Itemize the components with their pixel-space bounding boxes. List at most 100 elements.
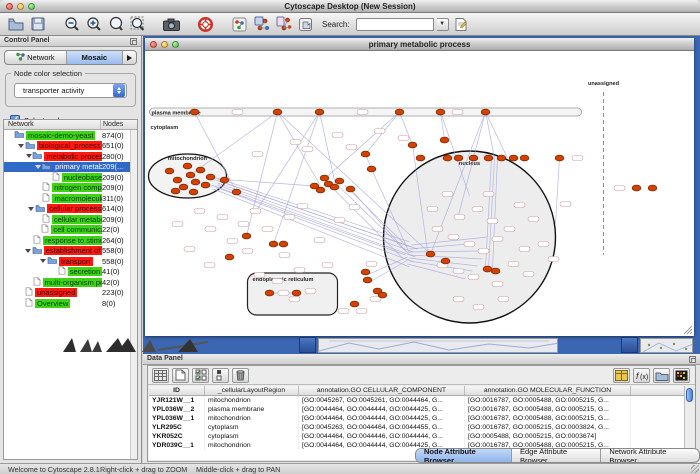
table-column-header[interactable]: _cellularLayoutRegion	[205, 386, 299, 395]
column-network[interactable]: Network	[4, 120, 101, 129]
network-node[interactable]	[191, 179, 200, 185]
network-node[interactable]	[242, 233, 251, 239]
tree-row[interactable]: cellular process614(0)	[4, 204, 137, 215]
network-node[interactable]	[555, 155, 564, 161]
network-node[interactable]	[408, 142, 417, 148]
node-color-dropdown[interactable]: transporter activity	[14, 83, 127, 98]
network-view-titlebar[interactable]: primary metabolic process	[145, 38, 694, 51]
network-node[interactable]	[497, 155, 506, 161]
table-cell[interactable]: mitochondrion	[205, 414, 299, 423]
table-cell[interactable]: YLR295C	[149, 423, 205, 432]
heatmap-icon[interactable]	[673, 368, 690, 383]
table-cell[interactable]: [GO:0044464, GO:0044444, GO:0044425, G..…	[299, 405, 465, 414]
tree-row[interactable]: cell communicat22(0)	[4, 225, 137, 236]
table-row[interactable]: YLR295Ccytoplasm[GO:0045263, GO:0044464,…	[149, 423, 694, 432]
network-node[interactable]	[361, 151, 370, 157]
tree-row-label[interactable]: nitrogen compo	[52, 183, 102, 192]
tree-row-label[interactable]: nucleobase-	[62, 173, 102, 182]
table-cell[interactable]: YJR121W__1	[149, 396, 205, 405]
tab-edge-attribute-browser[interactable]: Edge Attribute Browser	[512, 449, 601, 462]
tree-row-label[interactable]: Overview	[35, 299, 70, 308]
network-node[interactable]	[363, 277, 372, 283]
snapshot-icon[interactable]	[162, 15, 181, 34]
match-attribute-icon[interactable]	[212, 368, 229, 383]
network-node[interactable]	[273, 109, 282, 115]
save-icon[interactable]	[28, 15, 47, 34]
network-graph[interactable]: plasma membranecytoplasmmitochondrionnuc…	[145, 51, 694, 336]
tree-row[interactable]: secretion41(0)	[4, 267, 137, 278]
network-node[interactable]	[632, 185, 641, 191]
background-frame-thumbnail[interactable]	[318, 338, 558, 353]
scrollbar-thumb[interactable]	[686, 388, 693, 402]
zoom-fit-icon[interactable]	[128, 15, 147, 34]
network-node[interactable]	[183, 163, 192, 169]
network-node[interactable]	[441, 258, 450, 264]
tree-row[interactable]: establishment of lo558(0)	[4, 246, 137, 257]
table-cell[interactable]: YPL036W__2	[149, 405, 205, 414]
expand-arrow-icon[interactable]	[25, 249, 32, 253]
tree-row-label[interactable]: primary metabo	[53, 162, 102, 171]
tree-row-label[interactable]: transport	[59, 257, 93, 266]
tab-mosaic[interactable]: Mosaic	[67, 51, 123, 64]
network-node[interactable]	[220, 177, 229, 183]
network-node[interactable]	[189, 189, 198, 195]
table-cell[interactable]: YPL036W__1	[149, 414, 205, 423]
tree-scrollbar[interactable]	[130, 130, 137, 459]
network-node[interactable]	[320, 175, 329, 181]
select-attributes-icon[interactable]	[152, 368, 169, 383]
help-ring-icon[interactable]	[196, 15, 215, 34]
table-row[interactable]: YPL036W__1mitochondrion[GO:0044464, GO:0…	[149, 414, 694, 423]
table-cell[interactable]: [GO:0016787, GO:0005215, GO:0003824, G..…	[465, 423, 631, 432]
background-frame-edge[interactable]	[621, 337, 638, 353]
open-icon[interactable]	[6, 15, 25, 34]
table-cell[interactable]: [GO:0016787, GO:0005488, GO:0005215, G..…	[465, 414, 631, 423]
network-node[interactable]	[269, 241, 278, 247]
network-node[interactable]	[483, 266, 492, 272]
network-node[interactable]	[378, 292, 387, 298]
network-node[interactable]	[416, 155, 425, 161]
network-node[interactable]	[443, 155, 452, 161]
table-cell[interactable]: [GO:0016787, GO:0005488, GO:0005215, G..…	[465, 396, 631, 405]
search-input[interactable]	[356, 18, 434, 31]
network-node[interactable]	[454, 155, 463, 161]
frame-resize-grip[interactable]	[684, 326, 693, 335]
tree-row-label[interactable]: unassigned	[35, 288, 77, 297]
import-attributes-icon[interactable]	[653, 368, 670, 383]
expand-arrow-icon[interactable]	[34, 165, 41, 169]
network-node[interactable]	[165, 168, 174, 174]
network-node[interactable]	[361, 269, 370, 275]
network-node[interactable]	[648, 185, 657, 191]
tree-row-label[interactable]: cellular process	[47, 204, 102, 213]
tab-overflow-button[interactable]	[123, 51, 136, 64]
network-node[interactable]	[206, 174, 215, 180]
zoom-selected-icon[interactable]	[106, 15, 125, 34]
tree-row-label[interactable]: macromolecule	[52, 194, 102, 203]
network-node[interactable]	[173, 177, 182, 183]
tree-row-label[interactable]: mosaic-demo-yeast	[26, 131, 95, 140]
expand-arrow-icon[interactable]	[27, 207, 35, 211]
tree-row-label[interactable]: biological_process	[37, 141, 102, 150]
network-node[interactable]	[436, 109, 445, 115]
float-panel-icon[interactable]	[689, 356, 696, 363]
network-node[interactable]	[484, 155, 493, 161]
table-cell[interactable]: [GO:0044464, GO:0044446, GO:0044444, G..…	[299, 432, 465, 441]
formula-icon[interactable]: f(x)	[633, 368, 650, 383]
background-frame-thumbnail[interactable]	[640, 338, 693, 353]
tree-row[interactable]: nucleobase-209(0)	[4, 172, 137, 183]
table-row[interactable]: YPL036W__2plasma membrane[GO:0044464, GO…	[149, 405, 694, 414]
network-node[interactable]	[265, 290, 274, 296]
zoom-in-icon[interactable]	[84, 15, 103, 34]
network-node[interactable]	[186, 172, 195, 178]
background-frame-edge[interactable]	[299, 337, 316, 353]
network-node[interactable]	[346, 186, 355, 192]
zoom-out-icon[interactable]	[62, 15, 81, 34]
network-node[interactable]	[426, 251, 435, 257]
network-node[interactable]	[330, 184, 339, 190]
tree-row-label[interactable]: secretion	[68, 267, 102, 276]
tree-row[interactable]: transport558(0)	[4, 256, 137, 267]
network-node[interactable]	[367, 166, 376, 172]
tree-row[interactable]: mosaic-demo-yeast874(0)	[4, 130, 137, 141]
tree-row[interactable]: primary metabo209(...	[4, 162, 137, 173]
attribute-table-icon[interactable]	[613, 368, 630, 383]
graphics-details-icon[interactable]	[230, 15, 249, 34]
